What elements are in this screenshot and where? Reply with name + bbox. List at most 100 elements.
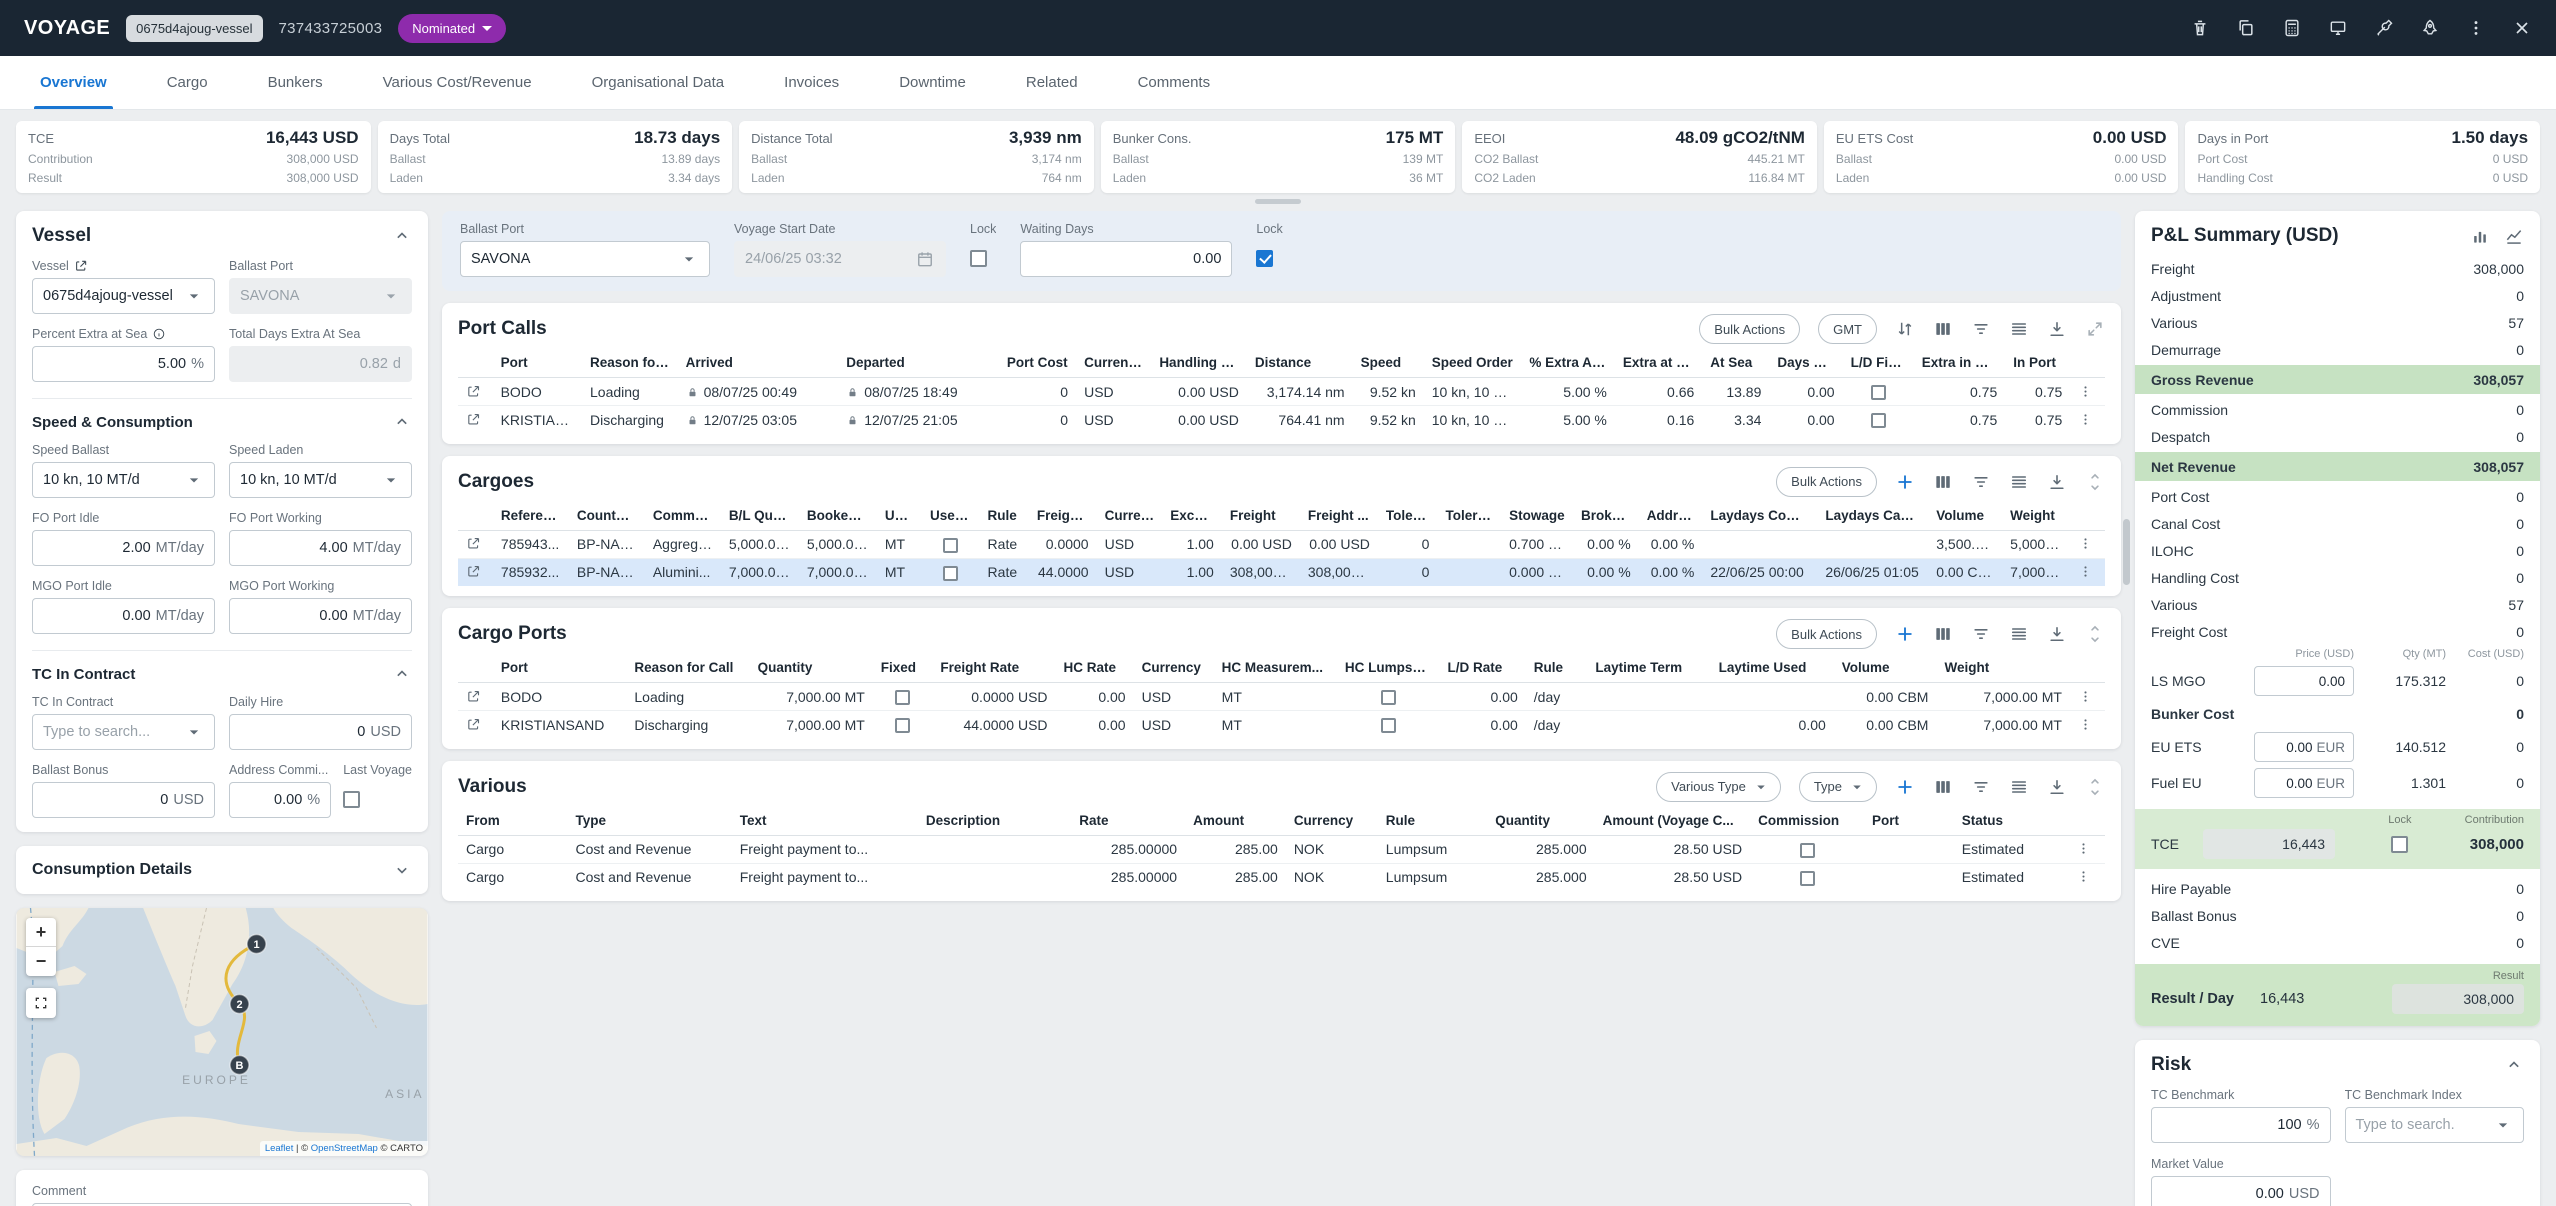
- status-badge[interactable]: Nominated: [398, 14, 506, 43]
- trash-icon[interactable]: [2190, 18, 2210, 38]
- map-marker-2[interactable]: 2: [230, 995, 249, 1014]
- row-checkbox[interactable]: [943, 566, 958, 581]
- table-row[interactable]: CargoCost and RevenueFreight payment to.…: [458, 835, 2105, 863]
- toolbar-button-gmt[interactable]: GMT: [1818, 314, 1877, 344]
- col-volume[interactable]: Volume: [1928, 501, 2002, 531]
- speed-laden-select[interactable]: 10 kn, 10 MT/d: [229, 462, 412, 498]
- tab-overview[interactable]: Overview: [10, 56, 137, 109]
- download-icon[interactable]: [2047, 777, 2067, 797]
- kebab-icon[interactable]: [2078, 384, 2093, 399]
- fo-port-working-input[interactable]: 4.00MT/day: [229, 530, 412, 566]
- map-canvas[interactable]: EUROPE ASIA 1 2 B: [16, 908, 428, 1156]
- fueleu-price-input[interactable]: 0.00EUR: [2254, 768, 2354, 798]
- mgo-port-working-input[interactable]: 0.00MT/day: [229, 598, 412, 634]
- toolbar-button-type[interactable]: Type: [1799, 772, 1877, 802]
- col-use-ma[interactable]: Use Ma...: [922, 501, 980, 531]
- kebab-icon[interactable]: [2078, 536, 2093, 551]
- col-distance[interactable]: Distance: [1247, 348, 1353, 378]
- col-l-d-rate[interactable]: L/D Rate: [1440, 653, 1526, 683]
- ballast-port-select[interactable]: SAVONA: [229, 278, 412, 314]
- col-status[interactable]: Status: [1954, 806, 2068, 836]
- zoom-in-button[interactable]: +: [26, 918, 56, 947]
- col-currency[interactable]: Currency: [1076, 348, 1151, 378]
- row-checkbox[interactable]: [895, 690, 910, 705]
- tab-bunkers[interactable]: Bunkers: [238, 56, 353, 109]
- tab-comments[interactable]: Comments: [1108, 56, 1241, 109]
- col-rule[interactable]: Rule: [1526, 653, 1588, 683]
- calendar-icon[interactable]: [915, 249, 935, 269]
- table-row[interactable]: BODOLoading08/07/25 00:4908/07/25 18:490…: [458, 378, 2105, 406]
- filter-icon[interactable]: [1971, 624, 1991, 644]
- start-date-lock-checkbox[interactable]: [970, 250, 987, 267]
- last-voyage-checkbox[interactable]: [343, 791, 360, 808]
- toolbar-button-various-type[interactable]: Various Type: [1656, 772, 1781, 802]
- lsmgo-price-input[interactable]: 0.00: [2254, 666, 2354, 696]
- col-handling-c[interactable]: Handling C...: [1151, 348, 1247, 378]
- download-icon[interactable]: [2047, 472, 2067, 492]
- bar-chart-icon[interactable]: [2470, 226, 2490, 246]
- download-icon[interactable]: [2047, 319, 2067, 339]
- table-row[interactable]: 785943...BP-NAM...Aggrega...5,000.0005,0…: [458, 530, 2105, 558]
- market-value-input[interactable]: 0.00USD: [2151, 1176, 2331, 1206]
- col-port-cost[interactable]: Port Cost: [999, 348, 1076, 378]
- row-checkbox[interactable]: [1800, 843, 1815, 858]
- chevron-up-icon[interactable]: [2504, 1055, 2524, 1075]
- daily-hire-input[interactable]: 0USD: [229, 714, 412, 750]
- row-checkbox[interactable]: [943, 538, 958, 553]
- copy-icon[interactable]: [2236, 18, 2256, 38]
- row-checkbox[interactable]: [1381, 718, 1396, 733]
- fullscreen-button[interactable]: [26, 988, 56, 1018]
- unfold-icon[interactable]: [2085, 624, 2105, 644]
- external-link-icon[interactable]: [74, 259, 88, 273]
- linkout-icon[interactable]: [466, 536, 481, 551]
- col-freight-rate[interactable]: Freight Rate: [932, 653, 1055, 683]
- monitor-icon[interactable]: [2328, 18, 2348, 38]
- table-row[interactable]: KRISTIANS...Discharging12/07/25 03:0512/…: [458, 406, 2105, 434]
- col-stowage[interactable]: Stowage: [1501, 501, 1573, 531]
- row-checkbox[interactable]: [1381, 690, 1396, 705]
- col-in-port[interactable]: In Port: [2005, 348, 2070, 378]
- col-freight[interactable]: Freight ...: [1300, 501, 1378, 531]
- col-days-l-d[interactable]: Days L/D: [1769, 348, 1842, 378]
- toolbar-button-bulk-actions[interactable]: Bulk Actions: [1699, 314, 1800, 344]
- col-extra-at[interactable]: % Extra At ...: [1521, 348, 1615, 378]
- tab-related[interactable]: Related: [996, 56, 1108, 109]
- col-freight[interactable]: Freight: [1222, 501, 1300, 531]
- tc-benchmark-input[interactable]: 100%: [2151, 1107, 2331, 1143]
- col-currency[interactable]: Currency: [1286, 806, 1378, 836]
- filter-icon[interactable]: [1971, 777, 1991, 797]
- density-icon[interactable]: [2009, 624, 2029, 644]
- linkout-icon[interactable]: [466, 412, 481, 427]
- chevron-down-icon[interactable]: [392, 860, 412, 880]
- tab-invoices[interactable]: Invoices: [754, 56, 869, 109]
- col-counter[interactable]: Counter...: [569, 501, 645, 531]
- add-icon[interactable]: [1895, 472, 1915, 492]
- tc-benchmark-index-select[interactable]: Type to search.: [2345, 1107, 2525, 1143]
- density-icon[interactable]: [2009, 777, 2029, 797]
- col-departed[interactable]: Departed: [838, 348, 999, 378]
- add-icon[interactable]: [1895, 777, 1915, 797]
- col-extra-in-port[interactable]: Extra in Port: [1914, 348, 2006, 378]
- col-amount-voyage-c[interactable]: Amount (Voyage C...: [1595, 806, 1751, 836]
- kebab-icon[interactable]: [2078, 564, 2093, 579]
- waiting-days-lock-checkbox[interactable]: [1256, 250, 1273, 267]
- vessel-select[interactable]: 0675d4ajoug-vessel: [32, 278, 215, 314]
- col-hc-lumpsum[interactable]: HC Lumpsum: [1337, 653, 1440, 683]
- tab-organisational-data[interactable]: Organisational Data: [562, 56, 755, 109]
- resize-handle[interactable]: [1255, 199, 1301, 204]
- col-currency[interactable]: Currency: [1097, 501, 1163, 531]
- chevron-up-icon[interactable]: [392, 412, 412, 432]
- map-marker-1[interactable]: 1: [247, 935, 266, 954]
- col-description[interactable]: Description: [918, 806, 1071, 836]
- kebab-icon[interactable]: [2078, 689, 2093, 704]
- columns-icon[interactable]: [1933, 319, 1953, 339]
- col-hc-measurem[interactable]: HC Measurem...: [1214, 653, 1337, 683]
- col-rate[interactable]: Rate: [1071, 806, 1185, 836]
- col-uom[interactable]: UoM: [877, 501, 922, 531]
- vessel-chip[interactable]: 0675d4ajoug-vessel: [126, 15, 262, 42]
- col-reason-for-call[interactable]: Reason for Call: [626, 653, 749, 683]
- ballast-bonus-input[interactable]: 0USD: [32, 782, 215, 818]
- col-rule[interactable]: Rule: [1378, 806, 1488, 836]
- address-commission-input[interactable]: 0.00%: [229, 782, 331, 818]
- col-laydays-cancelling[interactable]: Laydays Cancelling: [1817, 501, 1928, 531]
